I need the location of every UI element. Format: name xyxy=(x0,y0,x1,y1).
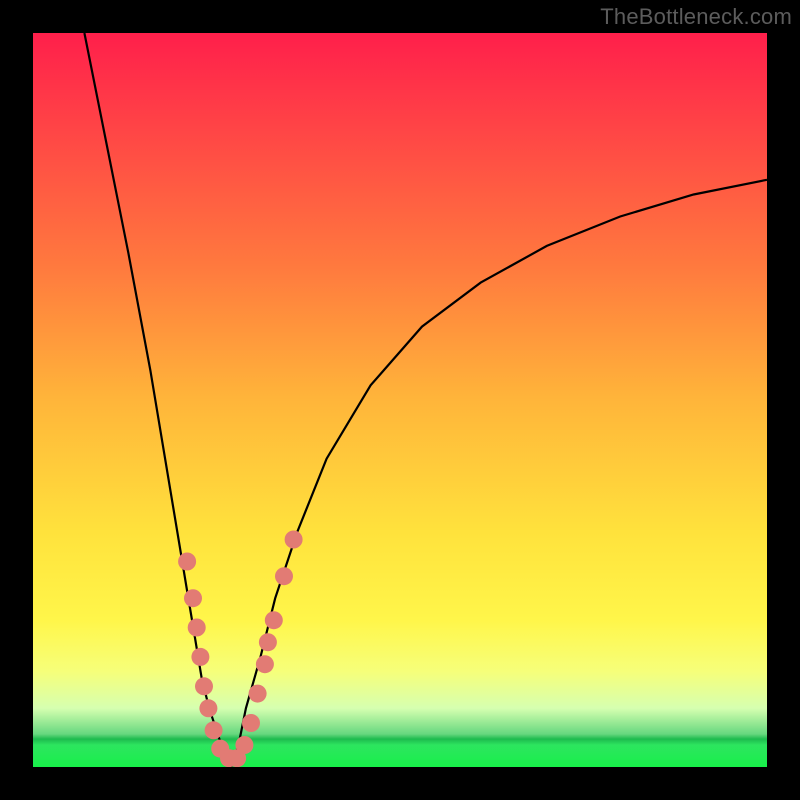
marker-dot xyxy=(228,749,246,767)
marker-dot xyxy=(211,740,229,758)
marker-dot xyxy=(184,589,202,607)
marker-dot xyxy=(191,648,209,666)
marker-dot xyxy=(285,531,303,549)
marker-dot xyxy=(178,553,196,571)
curves-svg xyxy=(33,33,767,767)
marker-dot xyxy=(195,677,213,695)
marker-dot xyxy=(220,749,238,767)
marker-dot xyxy=(188,619,206,637)
marker-dot xyxy=(242,714,260,732)
marker-dot xyxy=(256,655,274,673)
marker-dot xyxy=(259,633,277,651)
marker-dot xyxy=(265,611,283,629)
marker-dot xyxy=(205,721,223,739)
marker-dot xyxy=(249,685,267,703)
watermark-text: TheBottleneck.com xyxy=(600,4,792,30)
curve-right-curve xyxy=(231,180,767,767)
marker-dot xyxy=(275,567,293,585)
plot-area xyxy=(33,33,767,767)
chart-container: TheBottleneck.com xyxy=(0,0,800,800)
marker-dots xyxy=(178,531,303,768)
curve-lines xyxy=(84,33,767,767)
curve-left-curve xyxy=(84,33,231,767)
marker-dot xyxy=(235,736,253,754)
marker-dot xyxy=(199,699,217,717)
